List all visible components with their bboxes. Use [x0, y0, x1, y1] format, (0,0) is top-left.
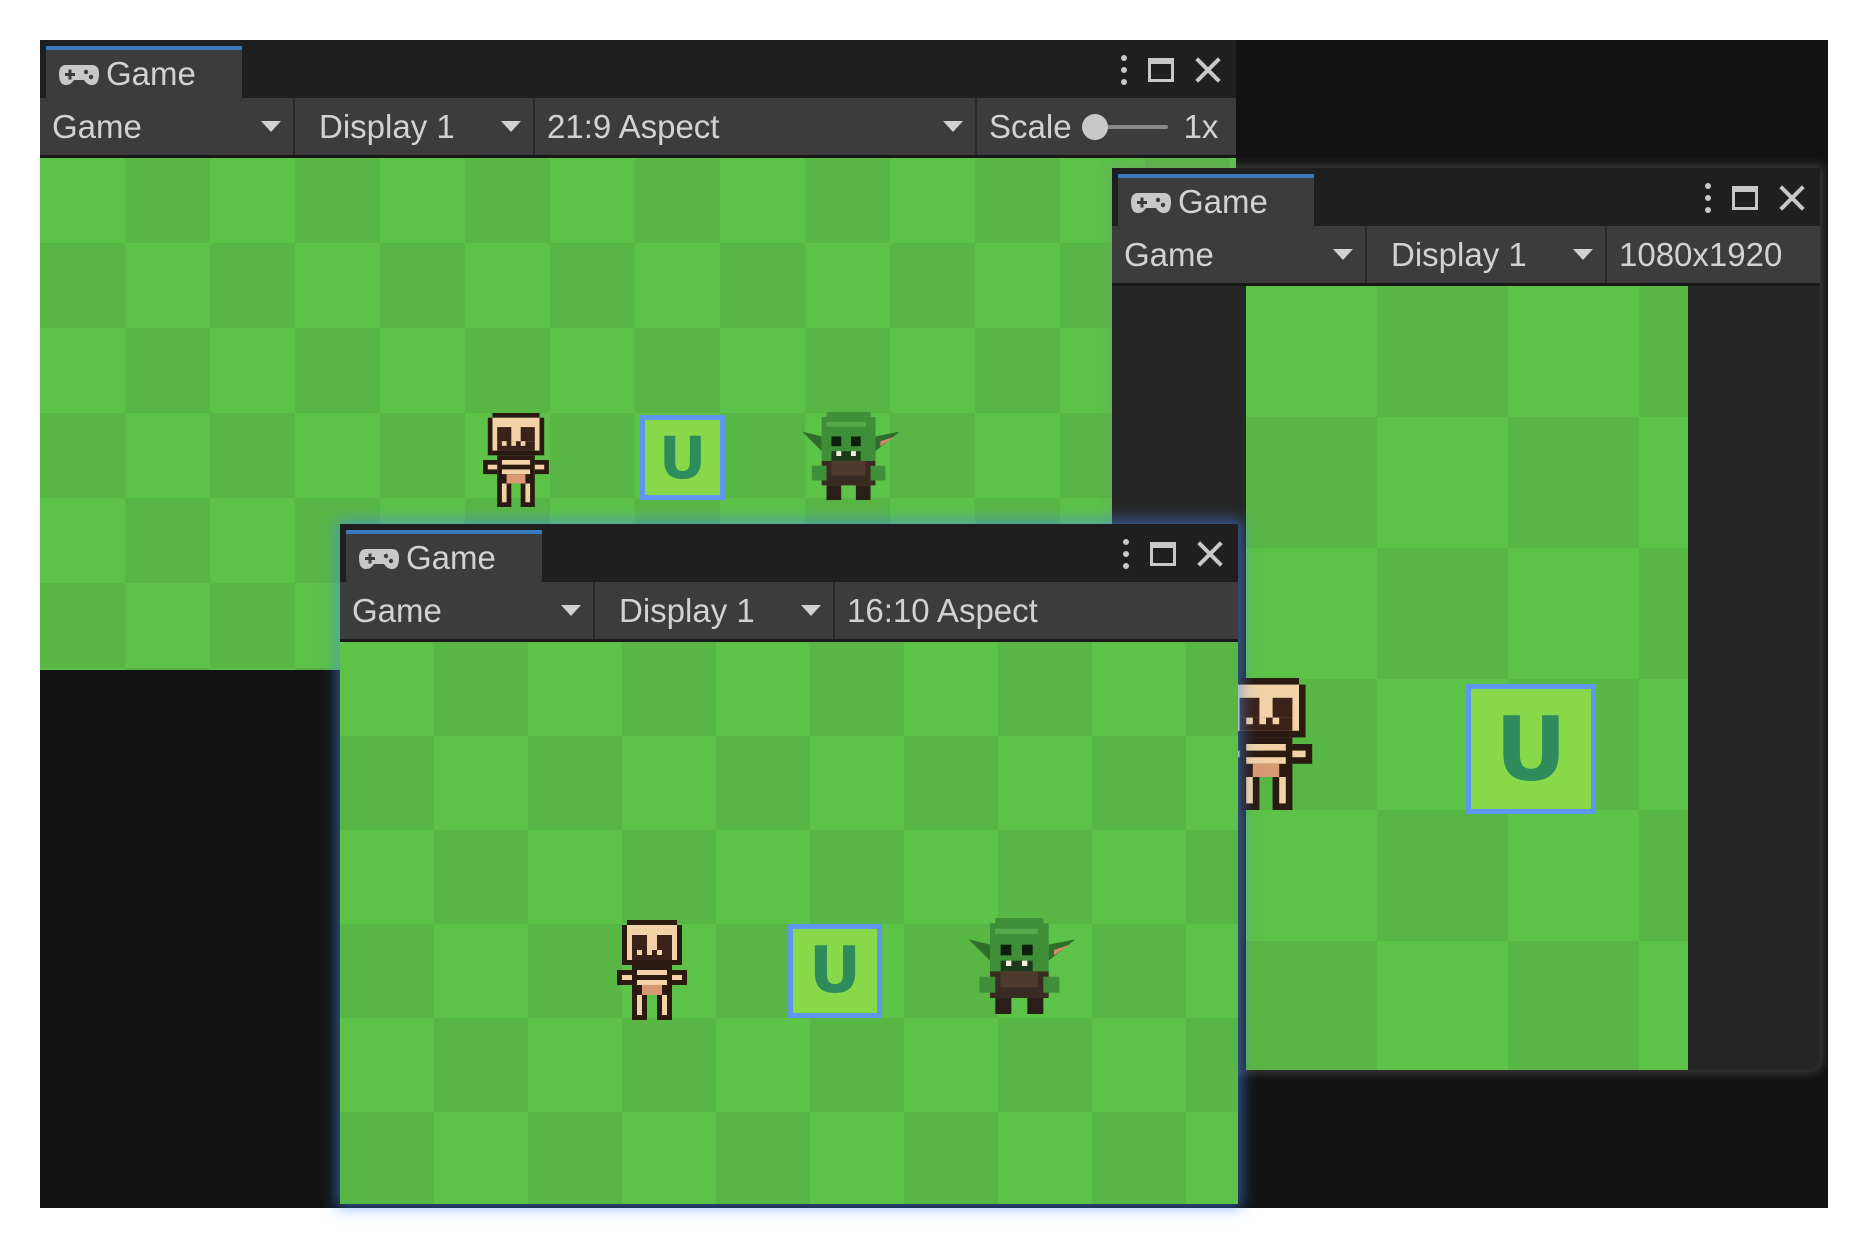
more-options-icon[interactable]: [1120, 55, 1128, 85]
tab-bar: Game: [1112, 168, 1820, 226]
scale-value: 1x: [1183, 107, 1219, 145]
window-controls: [1122, 534, 1224, 574]
aspect-label: 16:10 Aspect: [847, 591, 1038, 629]
chevron-down-icon: [943, 121, 963, 132]
ui-button-block: U: [788, 924, 882, 1018]
game-viewport: U: [340, 642, 1238, 1204]
close-icon[interactable]: [1194, 56, 1222, 84]
chevron-down-icon: [1333, 249, 1353, 260]
close-icon[interactable]: [1778, 184, 1806, 212]
view-mode-dropdown[interactable]: Game: [40, 98, 295, 155]
resolution-dropdown[interactable]: 1080x1920: [1607, 226, 1820, 283]
maximize-icon[interactable]: [1150, 542, 1176, 566]
game-scene: U: [340, 642, 1238, 1204]
more-options-icon[interactable]: [1704, 183, 1712, 213]
game-toolbar: Game Display 1 16:10 Aspect: [340, 582, 1238, 642]
gamepad-icon: [358, 545, 400, 571]
chevron-down-icon: [561, 605, 581, 616]
gamepad-icon: [1130, 189, 1172, 215]
view-mode-label: Game: [52, 107, 142, 145]
chevron-down-icon: [1573, 249, 1593, 260]
display-label: Display 1: [319, 107, 455, 145]
chevron-down-icon: [801, 605, 821, 616]
chevron-down-icon: [261, 121, 281, 132]
view-mode-label: Game: [352, 591, 442, 629]
game-window-16-10: Game Game Display 1 16:10 Aspect U: [340, 524, 1238, 1204]
aspect-dropdown[interactable]: 16:10 Aspect: [835, 582, 1238, 639]
view-mode-dropdown[interactable]: Game: [1112, 226, 1367, 283]
tab-label: Game: [1178, 183, 1268, 220]
aspect-label: 21:9 Aspect: [547, 107, 720, 145]
scale-slider-thumb[interactable]: [1081, 113, 1108, 140]
goblin-sprite: [802, 412, 900, 500]
skeleton-sprite: [610, 920, 694, 1020]
game-tab[interactable]: Game: [46, 46, 242, 98]
window-controls: [1704, 178, 1806, 218]
tab-bar: Game: [40, 40, 1236, 98]
display-label: Display 1: [619, 591, 755, 629]
game-scene: U: [1246, 286, 1688, 1070]
display-dropdown[interactable]: Display 1: [595, 582, 835, 639]
close-icon[interactable]: [1196, 540, 1224, 568]
view-mode-dropdown[interactable]: Game: [340, 582, 595, 639]
ui-button-block: U: [1466, 684, 1596, 814]
tab-label: Game: [406, 539, 496, 576]
ui-block-letter: U: [809, 934, 861, 1008]
display-dropdown[interactable]: Display 1: [295, 98, 535, 155]
resolution-label: 1080x1920: [1619, 235, 1783, 273]
display-label: Display 1: [1391, 235, 1527, 273]
view-mode-label: Game: [1124, 235, 1214, 273]
gamepad-icon: [58, 61, 100, 87]
ui-button-block: U: [640, 415, 725, 500]
tab-bar: Game: [340, 524, 1238, 582]
scale-slider[interactable]: [1081, 113, 1168, 140]
scale-label: Scale: [989, 107, 1072, 145]
skeleton-sprite: [478, 413, 554, 507]
maximize-icon[interactable]: [1732, 186, 1758, 210]
game-tab[interactable]: Game: [1118, 174, 1314, 226]
aspect-dropdown[interactable]: 21:9 Aspect: [535, 98, 977, 155]
game-toolbar: Game Display 1 1080x1920: [1112, 226, 1820, 286]
scale-control: Scale 1x: [977, 98, 1230, 155]
tab-label: Game: [106, 55, 196, 92]
more-options-icon[interactable]: [1122, 539, 1130, 569]
display-dropdown[interactable]: Display 1: [1367, 226, 1607, 283]
goblin-sprite: [968, 918, 1076, 1014]
ui-block-letter: U: [658, 423, 707, 492]
window-controls: [1120, 50, 1222, 90]
ui-block-letter: U: [1495, 697, 1567, 801]
game-tab[interactable]: Game: [346, 530, 542, 582]
chevron-down-icon: [501, 121, 521, 132]
maximize-icon[interactable]: [1148, 58, 1174, 82]
game-toolbar: Game Display 1 21:9 Aspect Scale 1x: [40, 98, 1236, 158]
